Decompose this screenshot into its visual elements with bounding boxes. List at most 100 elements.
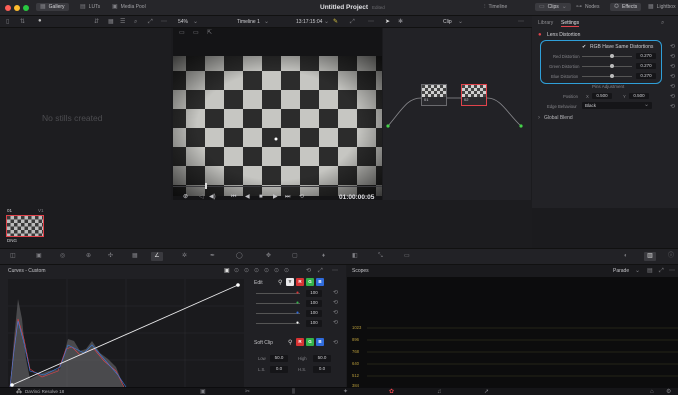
more-options-icon[interactable]: ⋯ — [368, 19, 374, 25]
hs-value[interactable]: 0.0 — [313, 366, 331, 373]
pointer-icon[interactable]: ➤ — [385, 19, 390, 25]
chevron-right-icon[interactable]: › — [538, 115, 540, 121]
transform-icon[interactable]: ⇱ — [207, 30, 212, 36]
blur-icon[interactable]: ♦ — [322, 253, 325, 259]
curve-type-icon[interactable]: ⊙ — [274, 268, 279, 274]
grid-view-icon[interactable]: ▦ — [108, 19, 114, 25]
chevron-down-icon[interactable]: ⌄ — [193, 19, 198, 25]
softclip-g-button[interactable]: G — [306, 338, 314, 346]
maximize-window-button[interactable] — [23, 5, 29, 11]
expand-icon[interactable]: ⤢ — [659, 268, 664, 274]
green-distortion-value[interactable]: 0.270 — [636, 63, 656, 69]
red-intensity-slider[interactable] — [256, 293, 300, 294]
position-y-value[interactable]: 0.500 — [629, 93, 649, 99]
color-wheels-icon[interactable]: ◎ — [60, 253, 65, 259]
channel-r-button[interactable]: R — [296, 278, 304, 286]
media-page-icon[interactable]: ▣ — [200, 389, 206, 395]
luma-intensity-slider[interactable] — [256, 323, 300, 324]
3d-icon[interactable]: ▭ — [404, 253, 410, 259]
magic-mask-icon[interactable]: ▢ — [292, 253, 298, 259]
node-01[interactable]: 01 — [421, 84, 447, 106]
clip-thumbnail[interactable] — [6, 215, 44, 237]
reset-icon[interactable]: ⟲ — [333, 310, 338, 316]
red-distortion-slider[interactable] — [582, 56, 632, 57]
expand-icon[interactable]: ⤢ — [318, 268, 323, 274]
tab-timeline[interactable]: ⫶ Timeline — [484, 4, 507, 10]
green-distortion-slider[interactable] — [582, 66, 632, 67]
sizing-icon[interactable]: ⤡ — [378, 253, 383, 259]
reset-icon[interactable]: ⟲ — [670, 54, 675, 60]
viewer-mode-icon[interactable]: ▭ — [179, 30, 185, 36]
rgb-same-checkbox[interactable]: ✔ — [582, 44, 586, 50]
curves-tool-icon[interactable]: ∠ — [151, 252, 163, 261]
more-options-icon[interactable]: ⋯ — [161, 19, 167, 25]
rgb-mixer-icon[interactable]: ✣ — [108, 253, 113, 259]
sort-az-icon[interactable]: ⇵ — [94, 19, 99, 25]
tab-clips[interactable]: ▭ Clips ⌄ — [535, 3, 571, 11]
tab-media-pool[interactable]: ▣ Media Pool — [112, 4, 146, 10]
green-intensity-value[interactable]: 100 — [306, 300, 322, 307]
settings-icon[interactable]: ✱ — [398, 19, 403, 25]
expand-icon[interactable]: ⤢ — [148, 19, 153, 25]
effect-enable-icon[interactable]: ● — [538, 32, 542, 38]
chevron-down-icon[interactable]: ⌄ — [635, 268, 640, 274]
tab-lightbox[interactable]: ▦ Lightbox — [648, 4, 676, 10]
clip-selector[interactable]: Clip — [443, 19, 452, 25]
more-options-icon[interactable]: ⋯ — [332, 268, 338, 274]
luma-intensity-value[interactable]: 100 — [306, 320, 322, 327]
tab-library[interactable]: Library — [538, 20, 553, 26]
low-value[interactable]: 50.0 — [270, 355, 288, 362]
timeline-selector[interactable]: Timeline 1 — [237, 19, 260, 25]
reset-icon[interactable]: ⟲ — [670, 44, 675, 50]
hdr-icon[interactable]: ⊕ — [86, 253, 91, 259]
channel-b-button[interactable]: B — [316, 278, 324, 286]
chevron-down-icon[interactable]: ⌄ — [458, 19, 463, 25]
home-icon[interactable]: ⌂ — [650, 389, 654, 395]
reset-icon[interactable]: ⟲ — [670, 64, 675, 70]
color-warper-icon[interactable]: ✲ — [182, 253, 187, 259]
color-match-icon[interactable]: ▣ — [36, 253, 42, 259]
curve-mode-icon[interactable]: ▣ — [224, 268, 230, 274]
blue-intensity-value[interactable]: 100 — [306, 310, 322, 317]
curve-type-icon[interactable]: ⊙ — [284, 268, 289, 274]
reset-icon[interactable]: ⟲ — [670, 94, 675, 100]
sort-icon[interactable]: ⇅ — [20, 19, 25, 25]
link-icon[interactable]: ⚲ — [288, 340, 292, 346]
blue-intensity-slider[interactable] — [256, 313, 300, 314]
tab-nodes[interactable]: ⊶ Nodes — [576, 4, 599, 10]
chevron-down-icon[interactable]: ⌄ — [324, 19, 329, 25]
tab-gallery[interactable]: ▦ Gallery — [36, 3, 69, 11]
search-icon[interactable]: ⌕ — [661, 20, 664, 26]
curve-type-icon[interactable]: ⊙ — [264, 268, 269, 274]
slider-handle[interactable] — [610, 64, 614, 68]
edge-behaviour-dropdown[interactable]: Black ⌄ — [582, 102, 652, 109]
scope-toggle-icon[interactable]: ◐ — [624, 253, 628, 259]
reset-icon[interactable]: ⟲ — [306, 268, 311, 274]
qualifier-icon[interactable]: ✒ — [210, 253, 215, 259]
curve-type-icon[interactable]: ⊙ — [254, 268, 259, 274]
fusion-page-icon[interactable]: ✦ — [343, 389, 348, 395]
ls-value[interactable]: 0.0 — [270, 366, 288, 373]
red-distortion-value[interactable]: 0.270 — [636, 53, 656, 59]
curve-graph[interactable] — [8, 279, 244, 388]
node-02[interactable]: 02 — [461, 84, 487, 106]
reset-icon[interactable]: ⟲ — [670, 84, 675, 90]
green-intensity-slider[interactable] — [256, 303, 300, 304]
deliver-page-icon[interactable]: ➚ — [484, 389, 489, 395]
tab-luts[interactable]: ▤ LUTs — [80, 4, 100, 10]
reset-icon[interactable]: ⟲ — [670, 104, 675, 110]
settings-icon[interactable]: ⚙ — [666, 389, 671, 395]
cut-page-icon[interactable]: ✂ — [245, 389, 250, 395]
slider-handle[interactable] — [610, 74, 614, 78]
minimize-window-button[interactable] — [14, 5, 20, 11]
scopes-tool-icon[interactable]: ▥ — [644, 252, 656, 261]
position-x-value[interactable]: 0.500 — [592, 93, 612, 99]
window-icon[interactable]: ◯ — [236, 253, 243, 259]
reset-icon[interactable]: ⟲ — [333, 290, 338, 296]
global-blend-section[interactable]: Global Blend — [544, 115, 573, 121]
scope-settings-icon[interactable]: ▤ — [647, 268, 653, 274]
high-value[interactable]: 50.0 — [313, 355, 331, 362]
reset-icon[interactable]: ⟲ — [333, 320, 338, 326]
list-view-icon[interactable]: ☰ — [120, 19, 125, 25]
link-icon[interactable]: ⚲ — [278, 280, 282, 286]
